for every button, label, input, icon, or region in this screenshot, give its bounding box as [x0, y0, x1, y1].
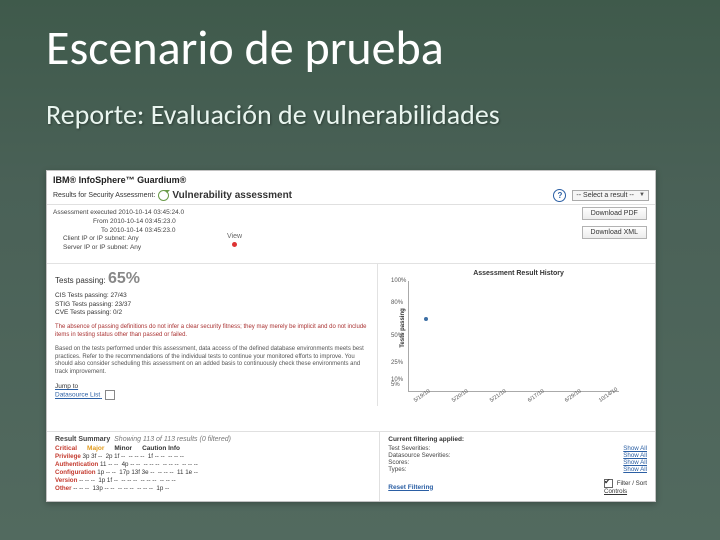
slide-subtitle: Reporte: Evaluación de vulnerabilidades — [0, 77, 720, 142]
view-label: View — [227, 233, 242, 240]
chart-xtick: 10/14/10 — [598, 387, 619, 404]
chart-xtick: 6/17/10 — [527, 388, 545, 403]
chart-point — [424, 317, 428, 321]
filter-key: Types: — [388, 466, 406, 473]
cis-line: CIS Tests passing: 27/43 — [55, 292, 369, 301]
filter-link[interactable]: Show All — [623, 452, 647, 459]
status-dot-icon — [232, 242, 237, 247]
rs-row-label: Other — [55, 485, 72, 492]
meta-line: Client IP or IP subnet: Any — [53, 235, 649, 244]
chart-xtick: 5/20/10 — [451, 388, 469, 403]
rs-row-text: 11 -- -- 4p -- -- -- -- -- -- -- -- -- -… — [100, 461, 198, 468]
body-note: Based on the tests performed under this … — [55, 346, 369, 377]
filter-sort-checkbox[interactable] — [604, 479, 613, 488]
result-summary-sub: Showing 113 of 113 results (0 filtered) — [114, 436, 231, 443]
rs-row-label: Configuration — [55, 469, 96, 476]
stig-line: STIG Tests passing: 23/37 — [55, 301, 369, 310]
col-major: Major — [87, 445, 104, 452]
rs-row-text: -- -- -- 1p 1f -- -- -- -- -- -- -- -- -… — [79, 477, 176, 484]
chart-xtick: 5/21/10 — [489, 388, 507, 403]
col-critical: Critical — [55, 445, 77, 452]
assessment-name: Vulnerability assessment — [172, 190, 292, 201]
meta-line: Server IP or IP subnet: Any — [53, 244, 649, 253]
rs-row-text: 1p -- -- 17p 13f 3e -- -- -- -- 11 1e -- — [97, 469, 198, 476]
col-caution: Caution Info — [142, 445, 180, 452]
popup-icon[interactable] — [105, 390, 115, 400]
filter-title: Current filtering applied: — [388, 436, 647, 443]
filter-link[interactable]: Show All — [623, 466, 647, 473]
meta-line: From 2010-10-14 03:45:23.0 — [53, 218, 649, 227]
filter-key: Test Severities: — [388, 445, 430, 452]
tests-passing-pct: 65% — [108, 270, 140, 287]
results-for-label: Results for Security Assessment: — [53, 192, 155, 199]
result-select[interactable]: -- Select a result -- — [572, 190, 649, 201]
download-xml-button[interactable]: Download XML — [582, 226, 647, 239]
result-summary-title: Result Summary — [55, 436, 110, 443]
filter-link[interactable]: Show All — [623, 445, 647, 452]
product-brand: IBM® InfoSphere™ Guardium® — [47, 171, 655, 187]
filter-panel: Current filtering applied: Test Severiti… — [380, 432, 655, 501]
chart-ytick: 50% — [391, 333, 403, 339]
tests-passing-label: Tests passing: — [55, 276, 106, 285]
header-bar: Results for Security Assessment: Vulnera… — [47, 187, 655, 205]
slide-title: Escenario de prueba — [0, 0, 720, 77]
chart-ytick: 80% — [391, 300, 403, 306]
filter-key: Scores: — [388, 459, 409, 466]
help-icon[interactable]: ? — [553, 189, 566, 202]
chart-xtick: 6/29/10 — [564, 388, 582, 403]
meta-line: Assessment executed 2010-10-14 03:45:24.… — [53, 209, 649, 218]
history-chart: Tests passing 100% 80% 50% 25% 10% 5% 5/… — [408, 281, 619, 392]
jump-heading: Jump to — [55, 383, 369, 390]
warning-note: The absence of passing definitions do no… — [55, 324, 369, 340]
left-pane: Tests passing: 65% CIS Tests passing: 27… — [47, 264, 378, 406]
result-summary: Result Summary Showing 113 of 113 result… — [47, 432, 380, 501]
filter-link[interactable]: Show All — [623, 459, 647, 466]
chart-title: Assessment Result History — [390, 270, 647, 277]
rs-row-label: Privilege — [55, 453, 81, 460]
controls-link[interactable]: Controls — [604, 488, 627, 495]
meta-line: To 2010-10-14 03:45:23.0 — [53, 227, 649, 236]
cve-line: CVE Tests passing: 0/2 — [55, 309, 369, 318]
download-pdf-button[interactable]: Download PDF — [582, 207, 647, 220]
col-minor: Minor — [114, 445, 132, 452]
rs-row-text: 3p 3f -- 2p 1f -- -- -- -- 1f -- -- -- -… — [83, 453, 184, 460]
rs-row-label: Authentication — [55, 461, 98, 468]
screenshot-panel: IBM® InfoSphere™ Guardium® Results for S… — [46, 170, 656, 502]
refresh-icon[interactable] — [158, 190, 169, 201]
rs-row-text: -- -- -- 13p -- -- -- -- -- -- -- -- 1p … — [73, 485, 169, 492]
chart-ytick: 5% — [391, 382, 400, 388]
filter-sort-label: Filter / Sort — [617, 480, 647, 487]
right-pane: Assessment Result History Tests passing … — [378, 264, 655, 406]
chart-ytick: 25% — [391, 360, 403, 366]
chart-ytick: 100% — [391, 278, 406, 284]
jump-datasource-link[interactable]: Datasource List — [55, 392, 100, 399]
reset-filtering-link[interactable]: Reset Filtering — [388, 484, 433, 491]
chart-xtick: 5/19/10 — [413, 388, 431, 403]
filter-key: Datasource Severities: — [388, 452, 450, 459]
rs-row-label: Version — [55, 477, 77, 484]
meta-block: Assessment executed 2010-10-14 03:45:24.… — [47, 205, 655, 255]
view-indicator: View — [227, 233, 242, 247]
chart-ylabel: Tests passing — [400, 308, 406, 348]
